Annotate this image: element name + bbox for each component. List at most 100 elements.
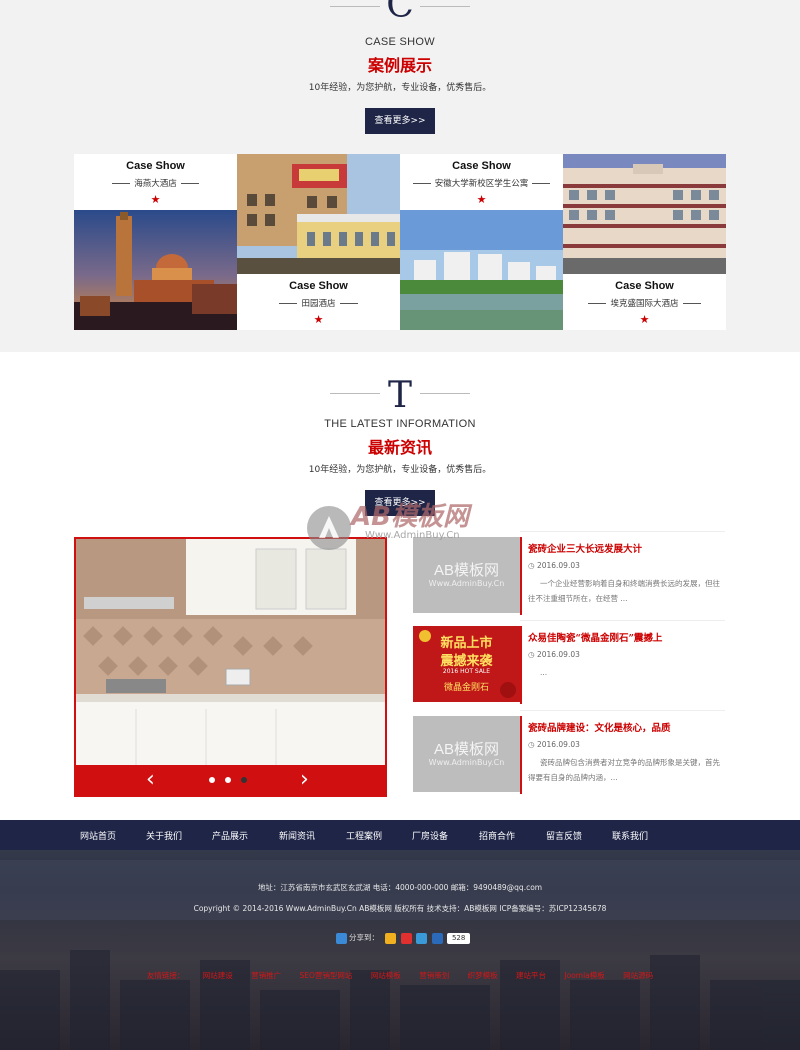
nav-item-about[interactable]: 关于我们 (146, 829, 182, 842)
case-title: Case Show (452, 160, 511, 172)
case-image[interactable] (74, 210, 237, 330)
section-title-cn: 案例展示 (367, 56, 432, 75)
case-name: 海燕大酒店 (74, 177, 237, 189)
case-name: 埃克盛国际大酒店 (563, 297, 726, 309)
divider (520, 531, 725, 532)
case-title: Case Show (615, 280, 674, 292)
case-image[interactable] (563, 154, 726, 274)
slider-dot[interactable] (209, 777, 215, 783)
nav-item-equipment[interactable]: 厂房设备 (412, 829, 448, 842)
promo-line-3: 2016 HOT SALE (442, 668, 491, 675)
news-title[interactable]: 瓷砖品牌建设：文化是核心，品质 (528, 720, 725, 734)
news-thumb[interactable]: 新品上市 震撼来袭 2016 HOT SALE 微晶金刚石 (413, 626, 520, 702)
news-title[interactable]: 众易佳陶瓷“微晶金刚石”震撼上 (528, 630, 725, 644)
friend-link[interactable]: Joomla模板 (564, 971, 604, 980)
news-body: 瓷砖企业三大长远发展大计 2016.09.03 一个企业经营影响着自身和终端消费… (520, 537, 725, 615)
thumb-url-text: Www.AdminBuy.Cn (428, 579, 505, 588)
next-arrow-icon[interactable]: › (300, 767, 309, 792)
nav-item-feedback[interactable]: 留言反馈 (546, 829, 582, 842)
footer: 网站首页 关于我们 产品展示 新闻资讯 工程案例 厂房设备 招商合作 留言反馈 … (0, 820, 800, 1050)
view-more-button[interactable]: 查看更多>> (365, 108, 435, 134)
share-bar: 分享到： 528 (336, 932, 471, 946)
share-label: 分享到： (349, 933, 379, 942)
apartment-photo (400, 210, 563, 330)
case-title: Case Show (126, 160, 185, 172)
slider-dot[interactable] (225, 777, 231, 783)
watermark-url: Www.AdminBuy.Cn (365, 530, 460, 541)
news-item[interactable]: AB模板网 Www.AdminBuy.Cn 瓷砖品牌建设：文化是核心，品质 20… (413, 710, 725, 800)
star-icon: ★ (313, 313, 324, 326)
news-body: 瓷砖品牌建设：文化是核心，品质 2016.09.03 瓷砖品牌包含消费者对立竞争… (520, 716, 725, 794)
news-item[interactable]: 新品上市 震撼来袭 2016 HOT SALE 微晶金刚石 众易佳陶瓷“微晶金刚… (413, 620, 725, 710)
section-letter: T (387, 375, 412, 416)
news-section: T THE LATEST INFORMATION 最新资讯 10年经验，为您护航… (0, 352, 800, 820)
footer-nav: 网站首页 关于我们 产品展示 新闻资讯 工程案例 厂房设备 招商合作 留言反馈 … (0, 820, 800, 850)
nav-item-news[interactable]: 新闻资讯 (279, 829, 315, 842)
prev-arrow-icon[interactable]: ‹ (146, 767, 155, 792)
watermark: AB模板网 Www.AdminBuy.Cn (305, 490, 505, 560)
news-slider[interactable]: ‹ › (74, 537, 387, 797)
news-thumb[interactable]: AB模板网 Www.AdminBuy.Cn (413, 716, 520, 792)
section-heading: CASE SHOW 案例展示 10年经验，为您护航，专业设备，优秀售后。 (0, 36, 800, 93)
case-name: 安徽大学新校区学生公寓 (400, 177, 563, 189)
news-title[interactable]: 瓷砖企业三大长远发展大计 (528, 541, 725, 555)
star-icon: ★ (150, 193, 161, 206)
news-date: 2016.09.03 (528, 561, 725, 570)
friend-link[interactable]: 营销推广 (251, 971, 281, 980)
star-icon: ★ (476, 193, 487, 206)
nav-item-investment[interactable]: 招商合作 (479, 829, 515, 842)
case-image[interactable] (237, 154, 400, 274)
section-desc: 10年经验，为您护航，专业设备，优秀售后。 (308, 465, 492, 475)
nav-item-home[interactable]: 网站首页 (80, 829, 116, 842)
hotel-photo (74, 210, 237, 330)
section-letter: C (386, 0, 414, 26)
friend-link[interactable]: SEO营销型网站 (300, 971, 353, 980)
nav-item-cases[interactable]: 工程案例 (346, 829, 382, 842)
news-summary: 一个企业经营影响着自身和终端消费长远的发展，但往往不注重细节所在，在经营 ... (528, 579, 720, 603)
slider-controls: ‹ › (76, 765, 385, 795)
friend-link[interactable]: 网站源码 (623, 971, 653, 980)
case-caption[interactable]: Case Show 埃克盛国际大酒店 ★ (563, 274, 726, 330)
case-title: Case Show (289, 280, 348, 292)
thumb-logo-text: AB模板网 (433, 741, 499, 758)
case-name: 田园酒店 (237, 297, 400, 309)
friend-link[interactable]: 营销策划 (419, 971, 449, 980)
friend-link[interactable]: 建站平台 (516, 971, 546, 980)
qzone-icon[interactable] (385, 932, 397, 944)
divider (520, 710, 725, 711)
slider-dot[interactable] (241, 777, 247, 783)
promo-line-4: 微晶金刚石 (443, 683, 489, 693)
section-desc: 10年经验，为您护航，专业设备，优秀售后。 (308, 83, 492, 93)
weibo-icon[interactable] (400, 932, 412, 944)
thumb-url-text: Www.AdminBuy.Cn (428, 758, 505, 767)
case-grid: Case Show 海燕大酒店 ★ Case Show 田园酒店 ★ Case … (74, 154, 726, 330)
watermark-logo-text: AB模板网 (351, 502, 469, 532)
renren-icon[interactable] (431, 932, 443, 944)
news-date: 2016.09.03 (528, 740, 725, 749)
divider (520, 620, 725, 621)
share-plus-icon[interactable] (336, 932, 347, 944)
friend-links-label: 友情链接： (146, 971, 185, 980)
case-image[interactable] (400, 210, 563, 330)
thumb-logo-text: AB模板网 (433, 562, 499, 579)
nav-item-contact[interactable]: 联系我们 (612, 829, 648, 842)
tencent-weibo-icon[interactable] (416, 932, 428, 944)
star-icon: ★ (639, 313, 650, 326)
news-summary: 瓷砖品牌包含消费者对立竞争的品牌形象是关键，首先得要有自身的品牌内涵，... (528, 758, 720, 782)
section-title-en: CASE SHOW (365, 36, 435, 48)
promo-line-2: 震撼来袭 (440, 654, 493, 669)
footer-address: 地址：江苏省南京市玄武区玄武湖 电话：4000-000-000 邮箱：94904… (257, 883, 543, 892)
section-title-cn: 最新资讯 (367, 438, 432, 457)
kitchen-photo (76, 539, 385, 765)
section-heading: THE LATEST INFORMATION 最新资讯 10年经验，为您护航，专… (0, 418, 800, 475)
friend-link[interactable]: 网站建设 (203, 971, 233, 980)
watermark-logo-icon (307, 506, 351, 550)
friend-link[interactable]: 织梦模板 (468, 971, 498, 980)
footer-copyright: Copyright © 2014-2016 Www.AdminBuy.Cn AB… (193, 904, 607, 913)
news-date: 2016.09.03 (528, 650, 725, 659)
friend-link[interactable]: 网站模板 (371, 971, 401, 980)
nav-item-products[interactable]: 产品展示 (212, 829, 248, 842)
hotel-photo (237, 154, 400, 274)
case-caption[interactable]: Case Show 田园酒店 ★ (237, 274, 400, 330)
news-body: 众易佳陶瓷“微晶金刚石”震撼上 2016.09.03 ... (520, 626, 725, 704)
